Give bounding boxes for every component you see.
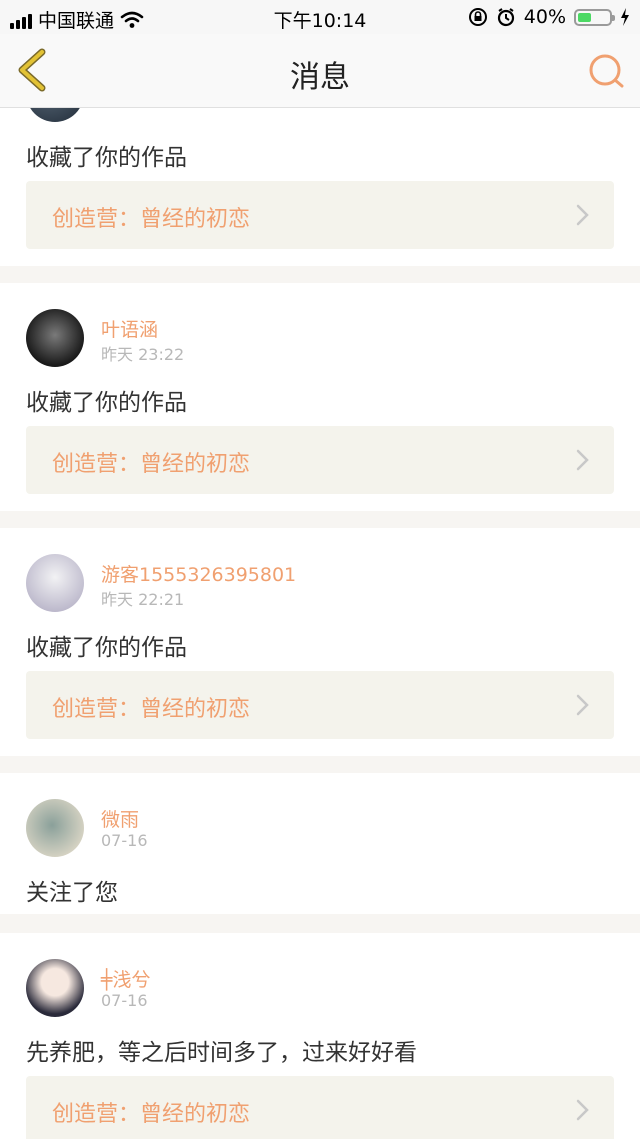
message-card: 游客1555326395801 昨天 22:21 收藏了你的作品 创造营：曾经的…	[0, 528, 640, 756]
work-title: 创造营：曾经的初恋	[52, 452, 251, 477]
chevron-right-icon	[576, 1099, 589, 1121]
message-time: 07-16	[101, 991, 148, 1010]
message-time: 昨天 23:22	[101, 345, 185, 364]
message-username[interactable]: 微雨	[101, 805, 139, 832]
battery-percent: 40%	[523, 6, 566, 28]
status-bar: 中国联通 下午10:14 40%	[0, 0, 640, 34]
message-card: 叶语涵 昨天 23:22 收藏了你的作品 创造营：曾经的初恋	[0, 283, 640, 511]
message-feed[interactable]: 收藏了你的作品 创造营：曾经的初恋 叶语涵 昨天 23:22 收藏了你的作品 创…	[0, 108, 640, 1139]
page-title: 消息	[290, 60, 350, 95]
battery-icon	[574, 8, 615, 26]
work-link[interactable]: 创造营：曾经的初恋	[26, 1076, 614, 1139]
message-card: 微雨 07-16 关注了您	[0, 773, 640, 914]
message-username[interactable]: ╪浅兮	[101, 965, 150, 992]
chevron-right-icon	[576, 694, 589, 716]
message-time: 昨天 22:21	[101, 590, 185, 609]
status-right: 40%	[468, 6, 630, 28]
orientation-lock-icon	[468, 8, 487, 26]
message-time: 07-16	[101, 831, 148, 850]
work-link[interactable]: 创造营：曾经的初恋	[26, 181, 614, 249]
message-username[interactable]: 游客1555326395801	[101, 560, 296, 587]
search-icon[interactable]	[588, 52, 626, 90]
message-text: 先养肥，等之后时间多了，过来好好看	[26, 1040, 417, 1066]
message-text: 收藏了你的作品	[26, 390, 187, 416]
charging-bolt-icon	[621, 8, 629, 26]
alarm-icon	[497, 8, 514, 27]
work-link[interactable]: 创造营：曾经的初恋	[26, 426, 614, 494]
message-text: 收藏了你的作品	[26, 145, 187, 171]
message-card: 收藏了你的作品 创造营：曾经的初恋	[0, 108, 640, 266]
avatar[interactable]	[26, 108, 84, 122]
message-text: 收藏了你的作品	[26, 635, 187, 661]
avatar[interactable]	[26, 309, 84, 367]
work-title: 创造营：曾经的初恋	[52, 207, 251, 232]
work-title: 创造营：曾经的初恋	[52, 1102, 251, 1127]
message-text: 关注了您	[26, 880, 118, 906]
work-link[interactable]: 创造营：曾经的初恋	[26, 671, 614, 739]
work-title: 创造营：曾经的初恋	[52, 697, 251, 722]
message-username[interactable]: 叶语涵	[101, 315, 158, 342]
avatar[interactable]	[26, 799, 84, 857]
avatar[interactable]	[26, 554, 84, 612]
nav-bar: 消息	[0, 34, 640, 108]
chevron-right-icon	[576, 449, 589, 471]
message-card: ╪浅兮 07-16 先养肥，等之后时间多了，过来好好看 创造营：曾经的初恋	[0, 933, 640, 1139]
chevron-right-icon	[576, 204, 589, 226]
avatar[interactable]	[26, 959, 84, 1017]
